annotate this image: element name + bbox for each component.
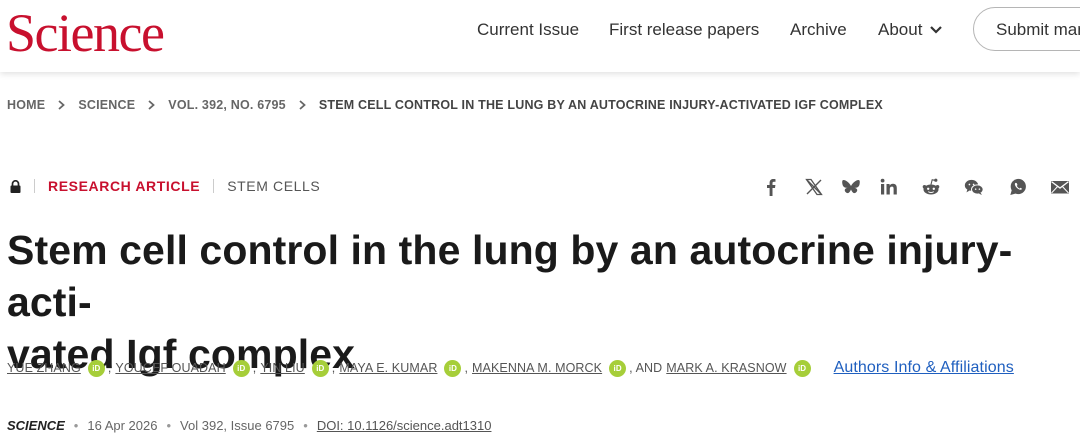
breadcrumb: HOME SCIENCE VOL. 392, NO. 6795 STEM CEL… xyxy=(7,98,883,112)
article-type[interactable]: RESEARCH ARTICLE xyxy=(48,178,200,194)
reddit-icon[interactable] xyxy=(920,176,942,198)
author-and: , AND xyxy=(629,361,663,375)
author-separator: , xyxy=(252,361,257,375)
email-icon[interactable] xyxy=(1049,176,1071,198)
breadcrumb-home[interactable]: HOME xyxy=(7,98,45,112)
citation-separator: • xyxy=(166,418,172,433)
citation-separator: • xyxy=(303,418,308,433)
orcid-icon[interactable]: iD xyxy=(87,359,105,377)
lock-icon xyxy=(10,179,21,193)
linkedin-icon[interactable] xyxy=(878,176,900,198)
article-title-line: Stem cell control in the lung by an auto… xyxy=(7,227,1013,325)
journal-name: SCIENCE xyxy=(7,418,65,433)
nav-first-release-papers[interactable]: First release papers xyxy=(609,20,759,40)
citation-separator: • xyxy=(73,418,79,433)
nav-current-issue[interactable]: Current Issue xyxy=(477,20,579,40)
author-separator: , xyxy=(331,361,336,375)
author-separator: , xyxy=(107,361,112,375)
orcid-icon[interactable]: iD xyxy=(793,359,811,377)
breadcrumb-science[interactable]: SCIENCE xyxy=(78,98,135,112)
citation-line: SCIENCE • 16 Apr 2026 • Vol 392, Issue 6… xyxy=(7,418,491,433)
submit-manuscript-button[interactable]: Submit manuscript xyxy=(973,7,1080,51)
orcid-icon[interactable]: iD xyxy=(232,359,250,377)
breadcrumb-volume[interactable]: VOL. 392, NO. 6795 xyxy=(168,98,286,112)
orcid-icon[interactable]: iD xyxy=(609,359,627,377)
author-link[interactable]: MAYA E. KUMAR xyxy=(339,361,437,375)
facebook-icon[interactable] xyxy=(760,176,782,198)
author-link[interactable]: YIN LIU xyxy=(260,361,304,375)
author-separator: , xyxy=(464,361,469,375)
author-link[interactable]: YOUCEF OUADAH xyxy=(115,361,225,375)
author-link[interactable]: MAKENNA M. MORCK xyxy=(472,361,602,375)
article-meta: RESEARCH ARTICLE STEM CELLS xyxy=(10,178,320,194)
chevron-right-icon xyxy=(58,100,66,110)
divider xyxy=(213,179,215,193)
publication-date: 16 Apr 2026 xyxy=(87,418,158,433)
whatsapp-icon[interactable] xyxy=(1007,176,1029,198)
volume-issue: Vol 392, Issue 6795 xyxy=(180,418,295,433)
nav-about-label: About xyxy=(878,20,923,39)
author-list: YUE ZHANG iD , YOUCEF OUADAH iD , YIN LI… xyxy=(7,359,1014,377)
site-header: Science Current Issue First release pape… xyxy=(0,0,1080,72)
chevron-right-icon xyxy=(148,100,156,110)
science-logo[interactable]: Science xyxy=(6,2,165,64)
chevron-down-icon xyxy=(930,26,943,34)
x-twitter-icon[interactable] xyxy=(803,176,825,198)
article-subject[interactable]: STEM CELLS xyxy=(227,178,320,194)
nav-about[interactable]: About xyxy=(878,20,943,40)
author-link[interactable]: YUE ZHANG xyxy=(7,361,81,375)
wechat-icon[interactable] xyxy=(963,176,985,198)
orcid-icon[interactable]: iD xyxy=(444,359,462,377)
author-link[interactable]: MARK A. KRASNOW xyxy=(666,361,786,375)
bluesky-icon[interactable] xyxy=(840,176,862,198)
nav-archive[interactable]: Archive xyxy=(790,20,847,40)
breadcrumb-current-article: STEM CELL CONTROL IN THE LUNG BY AN AUTO… xyxy=(318,98,883,112)
authors-info-affiliations-link[interactable]: Authors Info & Affiliations xyxy=(834,359,1014,377)
doi-link[interactable]: DOI: 10.1126/science.adt1310 xyxy=(317,418,492,433)
chevron-right-icon xyxy=(299,100,306,110)
divider xyxy=(34,179,35,193)
article-title: Stem cell control in the lung by an auto… xyxy=(7,224,1077,380)
orcid-icon[interactable]: iD xyxy=(311,359,329,377)
